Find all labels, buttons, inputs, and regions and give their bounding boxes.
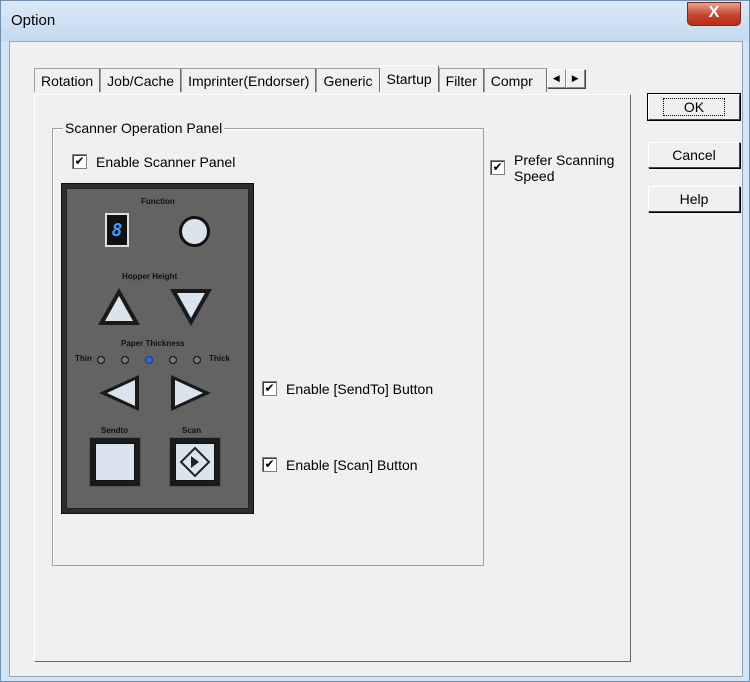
prefer-scanning-speed-checkbox[interactable]: ✔ Prefer Scanning Speed [490,152,630,184]
ok-button-label: OK [662,98,726,116]
tab-startup[interactable]: Startup [379,65,439,92]
checkbox-label: Enable Scanner Panel [96,154,236,170]
scan-panel-button-icon [169,437,221,487]
dialog-client-area: Rotation Job/Cache Imprinter(Endorser) G… [9,41,743,677]
thickness-led [193,356,201,364]
sendto-panel-label: Sendto [101,426,129,435]
scan-panel-label: Scan [182,426,202,435]
tab-job-cache[interactable]: Job/Cache [100,68,182,92]
scanner-panel-illustration: Function 8 Hopper Height Paper Thickness… [61,183,254,514]
arrow-left-icon: ◀ [552,73,560,83]
function-label: Function [141,197,175,206]
checkbox-box: ✔ [262,457,277,472]
tab-scroll-left-button[interactable]: ◀ [546,69,566,88]
function-digit: 8 [111,220,123,241]
cancel-button[interactable]: Cancel [648,142,740,168]
check-icon: ✔ [74,154,85,168]
checkbox-box: ✔ [262,381,277,396]
thickness-led [97,356,105,364]
thickness-right-icon [171,375,211,411]
paper-thickness-label: Paper Thickness [121,339,185,348]
tab-generic[interactable]: Generic [316,68,380,92]
scanner-panel-face: Function 8 Hopper Height Paper Thickness… [66,188,249,509]
checkbox-label: Enable [SendTo] Button [286,381,434,397]
thickness-left-icon [99,375,139,411]
checkbox-label: Enable [Scan] Button [286,457,418,473]
tab-rotation[interactable]: Rotation [34,68,101,92]
thin-label: Thin [75,354,92,363]
tab-strip: Rotation Job/Cache Imprinter(Endorser) G… [34,65,585,92]
hopper-height-label: Hopper Height [122,272,178,281]
thickness-led [169,356,177,364]
function-display: 8 [105,213,129,247]
window-title: Option [11,12,56,29]
check-icon: ✔ [492,160,503,174]
arrow-right-icon: ▶ [571,73,579,83]
enable-sendto-button-checkbox[interactable]: ✔ Enable [SendTo] Button [262,381,433,397]
help-button[interactable]: Help [648,186,740,212]
sendto-panel-button-icon [89,437,141,487]
check-icon: ✔ [264,381,275,395]
checkbox-box: ✔ [72,154,87,169]
ok-button[interactable]: OK [647,93,741,121]
tab-scroll-arrows: ◀ ▶ [546,69,585,92]
tab-filter[interactable]: Filter [438,68,484,92]
checkbox-label: Prefer Scanning Speed [514,152,615,184]
group-legend: Scanner Operation Panel [63,120,225,136]
scan-diamond-icon [179,446,211,478]
tab-compression[interactable]: Compr [483,68,547,92]
function-button-icon [179,216,210,247]
enable-scanner-panel-checkbox[interactable]: ✔ Enable Scanner Panel [72,154,235,170]
checkbox-box: ✔ [490,160,505,175]
thickness-led [121,356,129,364]
check-icon: ✔ [264,457,275,471]
thick-label: Thick [209,354,230,363]
title-bar[interactable]: Option X [1,1,749,41]
hopper-up-icon [98,288,140,325]
hopper-down-icon [170,289,212,326]
thickness-led [145,356,153,364]
tab-imprinter[interactable]: Imprinter(Endorser) [181,68,317,92]
enable-scan-button-checkbox[interactable]: ✔ Enable [Scan] Button [262,457,418,473]
tab-scroll-right-button[interactable]: ▶ [565,69,585,88]
close-icon: X [708,4,720,21]
close-button[interactable]: X [687,2,741,26]
option-dialog: Option X Rotation Job/Cache Imprinter(En… [0,0,750,682]
